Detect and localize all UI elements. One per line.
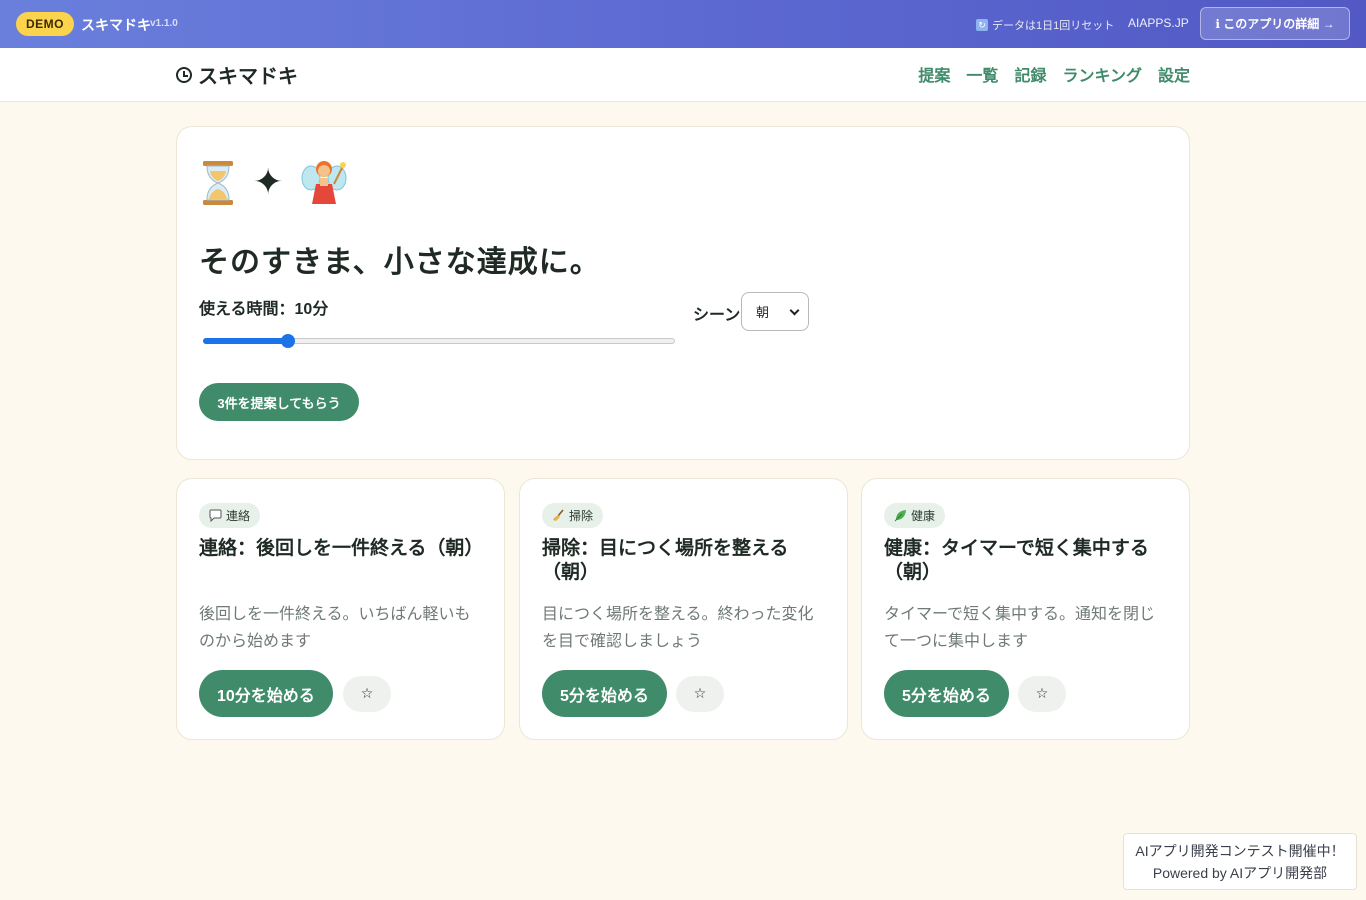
slider-thumb[interactable] bbox=[280, 334, 295, 348]
start-button[interactable]: 5分を始める bbox=[884, 670, 1009, 717]
hero-card: ✦ そのすきま、小さな達成に。 使える時間：10分 シーン 朝 3件を提案しても… bbox=[176, 126, 1190, 460]
demo-bar: DEMO スキマドキ v1.1.0 ↻ データは1日1回リセット AIAPPS.… bbox=[0, 0, 1366, 48]
fairy-icon bbox=[301, 158, 347, 208]
demo-app-name: スキマドキ bbox=[81, 17, 151, 33]
hourglass-icon bbox=[201, 159, 235, 207]
card-title: 掃除：目につく場所を整える（朝） bbox=[542, 538, 789, 583]
clock-icon bbox=[176, 66, 192, 83]
brand-name: スキマドキ bbox=[198, 66, 298, 88]
demo-badge: DEMO bbox=[16, 12, 74, 36]
start-button[interactable]: 10分を始める bbox=[199, 670, 333, 717]
category-tag-label: 連絡 bbox=[226, 509, 251, 523]
favorite-star-button[interactable]: ☆ bbox=[1018, 676, 1066, 712]
nav-links: 提案 一覧 記録 ランキング 設定 bbox=[918, 62, 1190, 86]
card-description: 目につく場所を整える。終わった変化を目で確認しましょう bbox=[542, 606, 814, 650]
contest-banner[interactable]: AIアプリ開発コンテスト開催中！ Powered by AIアプリ開発部 bbox=[1123, 833, 1357, 890]
reset-note: ↻ データは1日1回リセット bbox=[976, 17, 1114, 33]
time-slider[interactable] bbox=[203, 334, 675, 348]
category-tag: 連絡 bbox=[199, 503, 261, 528]
category-tag-label: 健康 bbox=[911, 509, 936, 523]
favorite-star-button[interactable]: ☆ bbox=[676, 676, 724, 712]
brand[interactable]: スキマドキ bbox=[176, 60, 298, 89]
scene-select[interactable]: 朝 bbox=[741, 292, 809, 331]
card-description: タイマーで短く集中する。通知を閉じて一つに集中します bbox=[884, 606, 1156, 650]
category-tag: 健康 bbox=[884, 503, 946, 528]
contest-line-2: Powered by AIアプリ開発部 bbox=[1152, 865, 1328, 881]
category-tag: 掃除 bbox=[542, 503, 604, 528]
task-card: 掃除 掃除：目につく場所を整える（朝） 目につく場所を整える。終わった変化を目で… bbox=[519, 478, 848, 740]
chevron-down-icon bbox=[789, 305, 800, 316]
start-button[interactable]: 5分を始める bbox=[542, 670, 667, 717]
main-nav: スキマドキ 提案 一覧 記録 ランキング 設定 bbox=[0, 48, 1366, 102]
demo-version: v1.1.0 bbox=[150, 18, 178, 29]
refresh-icon: ↻ bbox=[976, 19, 988, 31]
hero-icons: ✦ bbox=[201, 157, 347, 209]
task-card: 健康 健康：タイマーで短く集中する（朝） タイマーで短く集中する。通知を閉じて一… bbox=[861, 478, 1190, 740]
hero-title: そのすきま、小さな達成に。 bbox=[199, 246, 601, 279]
leaf-icon bbox=[894, 509, 907, 522]
scene-label: シーン bbox=[693, 307, 741, 324]
reset-note-text: データは1日1回リセット bbox=[992, 20, 1115, 32]
site-link[interactable]: AIAPPS.JP bbox=[1128, 16, 1189, 30]
slider-fill bbox=[203, 338, 288, 344]
nav-link-suggest[interactable]: 提案 bbox=[918, 62, 950, 86]
time-label: 使える時間：10分 bbox=[199, 301, 329, 318]
card-description: 後回しを一件終える。いちばん軽いものから始めます bbox=[199, 606, 471, 650]
category-tag-label: 掃除 bbox=[569, 509, 594, 523]
broom-icon bbox=[552, 509, 565, 522]
speech-bubble-icon bbox=[209, 509, 222, 523]
contest-line-1: AIアプリ開発コンテスト開催中！ bbox=[1135, 843, 1345, 859]
nav-link-settings[interactable]: 設定 bbox=[1158, 62, 1190, 86]
sparkle-icon: ✦ bbox=[253, 162, 284, 203]
nav-link-list[interactable]: 一覧 bbox=[966, 62, 998, 86]
favorite-star-button[interactable]: ☆ bbox=[343, 676, 391, 712]
scene-selected-value: 朝 bbox=[756, 305, 770, 320]
task-card: 連絡 連絡：後回しを一件終える（朝） 後回しを一件終える。いちばん軽いものから始… bbox=[176, 478, 505, 740]
card-title: 健康：タイマーで短く集中する（朝） bbox=[884, 538, 1149, 583]
card-title: 連絡：後回しを一件終える（朝） bbox=[199, 538, 484, 559]
nav-link-records[interactable]: 記録 bbox=[1014, 62, 1046, 86]
app-detail-button[interactable]: ℹ このアプリの詳細 → bbox=[1200, 7, 1350, 40]
nav-link-ranking[interactable]: ランキング bbox=[1062, 62, 1142, 86]
suggest-button[interactable]: 3件を提案してもらう bbox=[199, 383, 359, 421]
